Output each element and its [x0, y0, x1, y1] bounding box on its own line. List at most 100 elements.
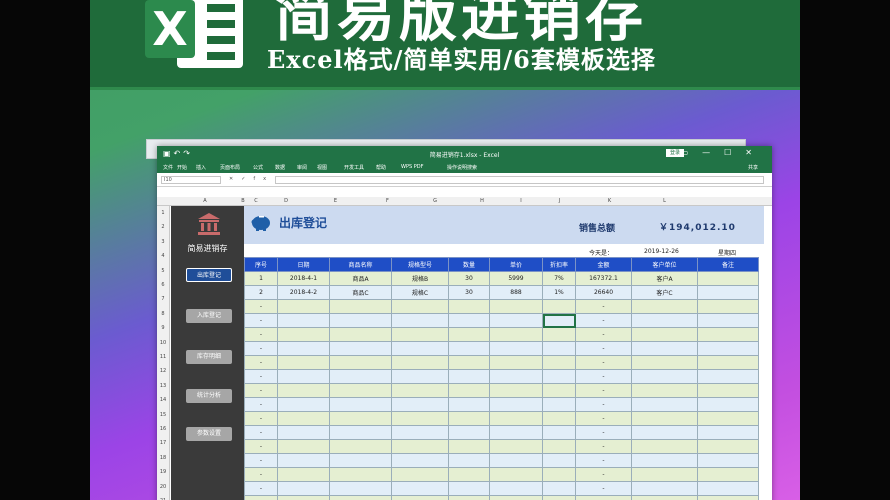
table-cell[interactable] [391, 495, 449, 500]
table-cell[interactable]: 30 [448, 285, 490, 300]
table-cell[interactable] [542, 299, 576, 314]
table-cell[interactable] [277, 369, 330, 384]
table-cell[interactable] [391, 313, 449, 328]
table-cell[interactable] [631, 439, 698, 454]
table-cell[interactable]: 5999 [489, 271, 543, 286]
empty-row[interactable]: -- [244, 355, 759, 370]
table-cell[interactable] [329, 355, 392, 370]
column-header[interactable]: J [537, 198, 582, 204]
table-cell[interactable]: 167372.1 [575, 271, 632, 286]
table-cell[interactable]: - [575, 313, 632, 328]
table-cell[interactable] [277, 327, 330, 342]
empty-row[interactable]: -- [244, 439, 759, 454]
row-header[interactable]: 13 [157, 383, 169, 389]
table-cell[interactable] [391, 467, 449, 482]
table-cell[interactable] [329, 327, 392, 342]
table-cell[interactable]: 客户A [631, 271, 698, 286]
statistics-button[interactable]: 统计分析 [186, 389, 232, 403]
table-cell[interactable]: - [244, 327, 278, 342]
table-cell[interactable] [489, 341, 543, 356]
column-header[interactable]: L [637, 198, 692, 204]
column-header[interactable]: F [364, 198, 411, 204]
table-cell[interactable] [631, 341, 698, 356]
table-cell[interactable] [391, 369, 449, 384]
table-cell[interactable] [697, 411, 759, 426]
table-cell[interactable] [542, 495, 576, 500]
table-cell[interactable]: - [244, 397, 278, 412]
table-cell[interactable]: 1 [244, 271, 278, 286]
table-cell[interactable] [542, 341, 576, 356]
table-cell[interactable] [391, 411, 449, 426]
table-cell[interactable] [489, 355, 543, 370]
table-cell[interactable] [697, 271, 759, 286]
table-cell[interactable]: - [575, 425, 632, 440]
column-header[interactable]: E [307, 198, 364, 204]
table-cell[interactable]: - [575, 411, 632, 426]
table-cell[interactable] [542, 411, 576, 426]
table-cell[interactable] [489, 495, 543, 500]
table-cell[interactable] [391, 397, 449, 412]
table-cell[interactable]: - [575, 467, 632, 482]
table-cell[interactable]: - [575, 369, 632, 384]
row-header[interactable]: 19 [157, 469, 169, 475]
row-header[interactable]: 17 [157, 440, 169, 446]
table-cell[interactable] [448, 467, 490, 482]
table-cell[interactable] [631, 313, 698, 328]
table-cell[interactable]: 888 [489, 285, 543, 300]
table-cell[interactable] [329, 467, 392, 482]
table-cell[interactable] [697, 495, 759, 500]
name-box[interactable]: I10 [161, 176, 221, 184]
table-cell[interactable]: - [244, 481, 278, 496]
table-cell[interactable] [329, 481, 392, 496]
table-cell[interactable] [448, 299, 490, 314]
table-cell[interactable] [542, 467, 576, 482]
row-header[interactable]: 1 [157, 210, 169, 216]
table-cell[interactable] [448, 495, 490, 500]
table-cell[interactable] [631, 299, 698, 314]
table-cell[interactable]: - [575, 397, 632, 412]
formula-icons[interactable]: ✕✓fx [229, 176, 274, 182]
row-header[interactable]: 4 [157, 253, 169, 259]
table-cell[interactable] [448, 481, 490, 496]
table-cell[interactable] [697, 327, 759, 342]
table-cell[interactable] [277, 397, 330, 412]
column-header[interactable]: G [411, 198, 459, 204]
empty-row[interactable]: -- [244, 327, 759, 342]
table-cell[interactable] [631, 397, 698, 412]
table-cell[interactable] [631, 495, 698, 500]
table-cell[interactable] [391, 327, 449, 342]
row-header[interactable]: 20 [157, 484, 169, 490]
table-cell[interactable] [391, 341, 449, 356]
table-cell[interactable] [277, 411, 330, 426]
table-cell[interactable]: - [575, 355, 632, 370]
empty-row[interactable]: -- [244, 481, 759, 496]
table-cell[interactable]: - [575, 453, 632, 468]
table-cell[interactable] [542, 327, 576, 342]
column-header[interactable]: D [265, 198, 307, 204]
table-cell[interactable] [277, 481, 330, 496]
row-header[interactable]: 9 [157, 325, 169, 331]
empty-row[interactable]: -- [244, 467, 759, 482]
table-cell[interactable]: 30 [448, 271, 490, 286]
inventory-details-button[interactable]: 库存明细 [186, 350, 232, 364]
table-cell[interactable] [489, 369, 543, 384]
table-cell[interactable] [697, 313, 759, 328]
table-cell[interactable] [542, 453, 576, 468]
ribbon-tab[interactable]: 帮助 [376, 164, 386, 171]
table-cell[interactable]: 商品C [329, 285, 392, 300]
row-header[interactable]: 5 [157, 268, 169, 274]
table-cell[interactable] [489, 383, 543, 398]
table-cell[interactable] [329, 369, 392, 384]
empty-row[interactable]: -- [244, 397, 759, 412]
table-cell[interactable] [631, 425, 698, 440]
row-header[interactable]: 15 [157, 412, 169, 418]
table-cell[interactable]: - [244, 341, 278, 356]
table-cell[interactable] [697, 481, 759, 496]
formula-input[interactable] [275, 176, 764, 184]
table-cell[interactable]: - [575, 327, 632, 342]
row-header[interactable]: 18 [157, 455, 169, 461]
empty-row[interactable]: -- [244, 369, 759, 384]
column-header[interactable]: K [582, 198, 637, 204]
table-cell[interactable] [542, 397, 576, 412]
table-cell[interactable] [697, 425, 759, 440]
